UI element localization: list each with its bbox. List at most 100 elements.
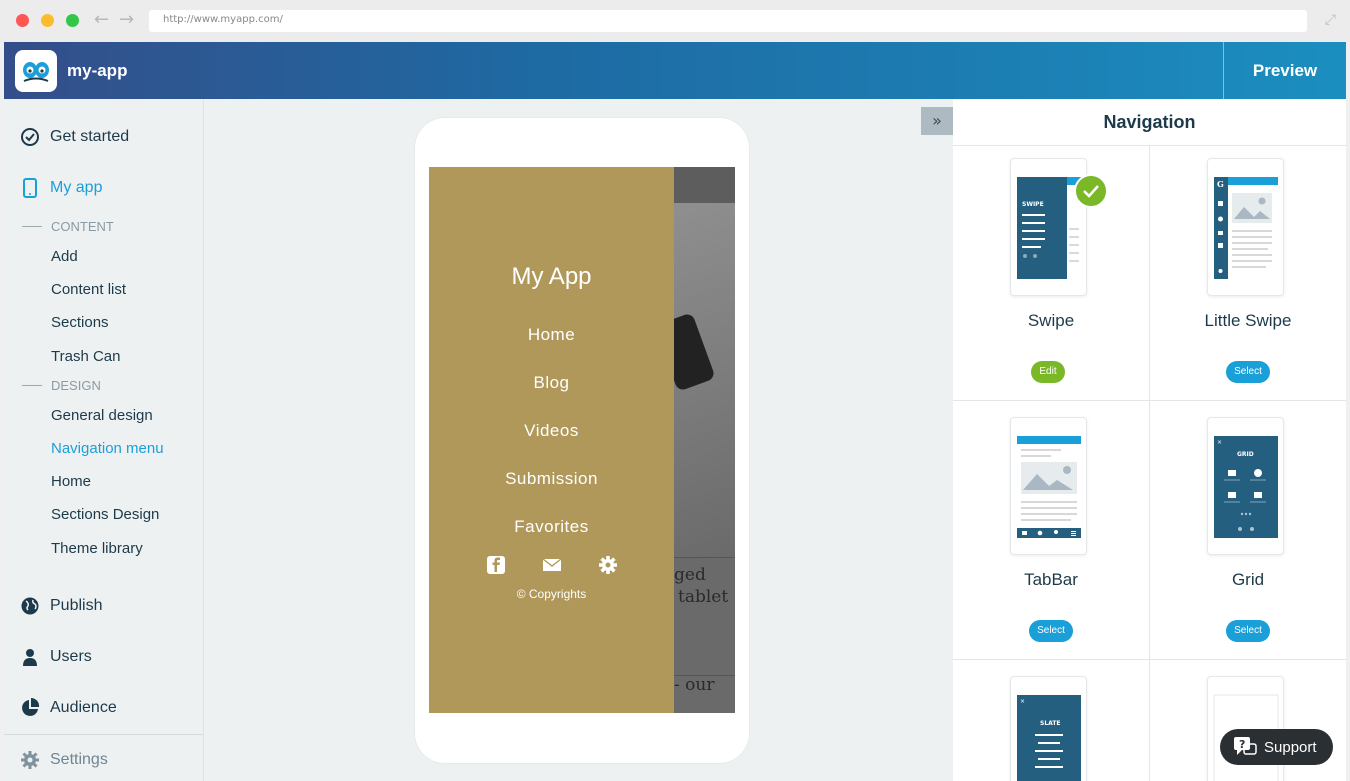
smartphone-icon [23,178,37,198]
browser-chrome: ← → http://www.myapp.com/ ⤢ [0,0,1350,42]
section-label: DESIGN [51,378,101,393]
sidebar-item-label: My app [50,179,103,196]
section-divider [22,226,42,227]
sidebar-item-home[interactable]: Home [51,473,91,490]
url-bar[interactable]: http://www.myapp.com/ [149,10,1307,32]
nav-style-card-slate[interactable]: × SLATE [953,664,1149,781]
phone-mockup: ged tablet - our My App Home Blog Videos… [415,118,749,763]
background-content: ged tablet - our [674,557,735,713]
support-button[interactable]: ? Support [1220,729,1333,765]
nav-style-card-little-swipe[interactable]: G Little Swipe Select [1150,146,1346,400]
forward-arrow-icon[interactable]: → [119,9,134,30]
preview-button[interactable]: Preview [1223,42,1346,99]
sidebar-item-sections-design[interactable]: Sections Design [51,506,159,523]
sidebar-item-label: Users [50,648,92,665]
sidebar-item-get-started[interactable]: Get started [20,127,129,147]
pie-chart-icon [22,698,40,716]
sidebar-item-publish[interactable]: Publish [20,596,102,616]
minimize-window-button[interactable] [41,14,54,27]
select-button[interactable]: Select [1029,620,1073,642]
panel-title: Navigation [953,99,1346,146]
sidebar-divider [4,734,203,735]
check-circle-icon [21,128,39,146]
sidebar-section-design: DESIGN [22,378,101,393]
nav-style-name: TabBar [1024,570,1078,589]
sidebar-item-label: Publish [50,597,103,614]
background-text: tablet [678,587,729,607]
collapse-panel-button[interactable]: » [921,107,953,135]
thumbnail-label: GRID [1237,451,1254,458]
sidebar-item-general-design[interactable]: General design [51,407,153,424]
slate-thumbnail: × SLATE [1010,676,1087,781]
close-icon: × [1020,698,1025,705]
maximize-window-button[interactable] [66,14,79,27]
help-chat-icon: ? [1234,737,1257,755]
little-swipe-thumbnail: G [1207,158,1284,296]
selected-check-icon [1074,174,1108,208]
navigation-drawer: My App Home Blog Videos Submission Favor… [429,167,674,713]
nav-style-name: Grid [1231,570,1265,589]
preview-canvas: ged tablet - our My App Home Blog Videos… [205,99,953,781]
mail-icon[interactable] [542,555,562,575]
nav-style-name: Little Swipe [1204,311,1292,330]
sidebar-item-trash-can[interactable]: Trash Can [51,348,120,365]
drawer-item-submission[interactable]: Submission [429,469,674,489]
sidebar-item-users[interactable]: Users [20,647,92,667]
double-chevron-right-icon: » [932,111,942,130]
sidebar-item-label: Audience [50,699,117,716]
drawer-social-icons [429,555,674,575]
sidebar-item-label: Get started [50,128,130,145]
drawer-item-favorites[interactable]: Favorites [429,517,674,537]
thumbnail-label: SWIPE [1022,201,1044,208]
globe-icon [21,597,39,615]
nav-style-card-tabbar[interactable]: TabBar Select [953,405,1149,659]
app-logo-icon [15,50,57,92]
background-header [674,167,735,203]
drawer-title: My App [511,263,592,290]
back-arrow-icon[interactable]: ← [94,9,109,30]
gear-icon[interactable] [598,555,618,575]
sidebar-item-navigation-menu[interactable]: Navigation menu [51,440,164,457]
sidebar-section-content: CONTENT [22,219,114,234]
edit-button[interactable]: Edit [1031,361,1065,383]
navigation-panel: Navigation SWIPE Swipe Edit G Little Swi… [953,99,1346,781]
nav-style-name: Swipe [1027,311,1075,330]
sidebar-item-sections[interactable]: Sections [51,314,109,331]
phone-screen: ged tablet - our My App Home Blog Videos… [429,167,735,713]
background-text: ged [674,565,706,585]
background-text: - our [674,675,715,695]
facebook-icon[interactable] [486,555,506,575]
app-name: my-app [67,61,128,80]
thumbnail-label: G [1217,179,1224,189]
sidebar-item-theme-library[interactable]: Theme library [51,540,143,557]
close-window-button[interactable] [16,14,29,27]
app-header: my-app Preview [4,42,1346,99]
close-icon: × [1217,439,1222,446]
support-label: Support [1264,738,1317,756]
sidebar-item-audience[interactable]: Audience [20,698,117,718]
sidebar-item-content-list[interactable]: Content list [51,281,126,298]
drawer-item-videos[interactable]: Videos [429,421,674,441]
sidebar-item-add[interactable]: Add [51,248,78,265]
select-button[interactable]: Select [1226,620,1270,642]
tabbar-thumbnail [1010,417,1087,555]
grid-thumbnail: × GRID [1207,417,1284,555]
section-label: CONTENT [51,219,114,234]
section-divider [22,385,42,386]
expand-icon[interactable]: ⤢ [1325,12,1336,28]
nav-style-card-swipe[interactable]: SWIPE Swipe Edit [953,146,1149,400]
thumbnail-label: SLATE [1040,720,1061,727]
background-divider [674,557,735,558]
sidebar-item-settings[interactable]: Settings [20,750,108,770]
drawer-item-blog[interactable]: Blog [429,373,674,393]
sidebar: Get started My app CONTENT Add Content l… [4,99,204,781]
grid-divider [953,400,1346,401]
drawer-item-home[interactable]: Home [429,325,674,345]
gear-icon [21,751,39,769]
sidebar-item-my-app[interactable]: My app [20,178,102,198]
sidebar-item-label: Settings [50,751,108,768]
grid-divider [953,659,1346,660]
user-icon [23,649,37,666]
select-button[interactable]: Select [1226,361,1270,383]
nav-style-card-grid[interactable]: × GRID Grid Select [1150,405,1346,659]
